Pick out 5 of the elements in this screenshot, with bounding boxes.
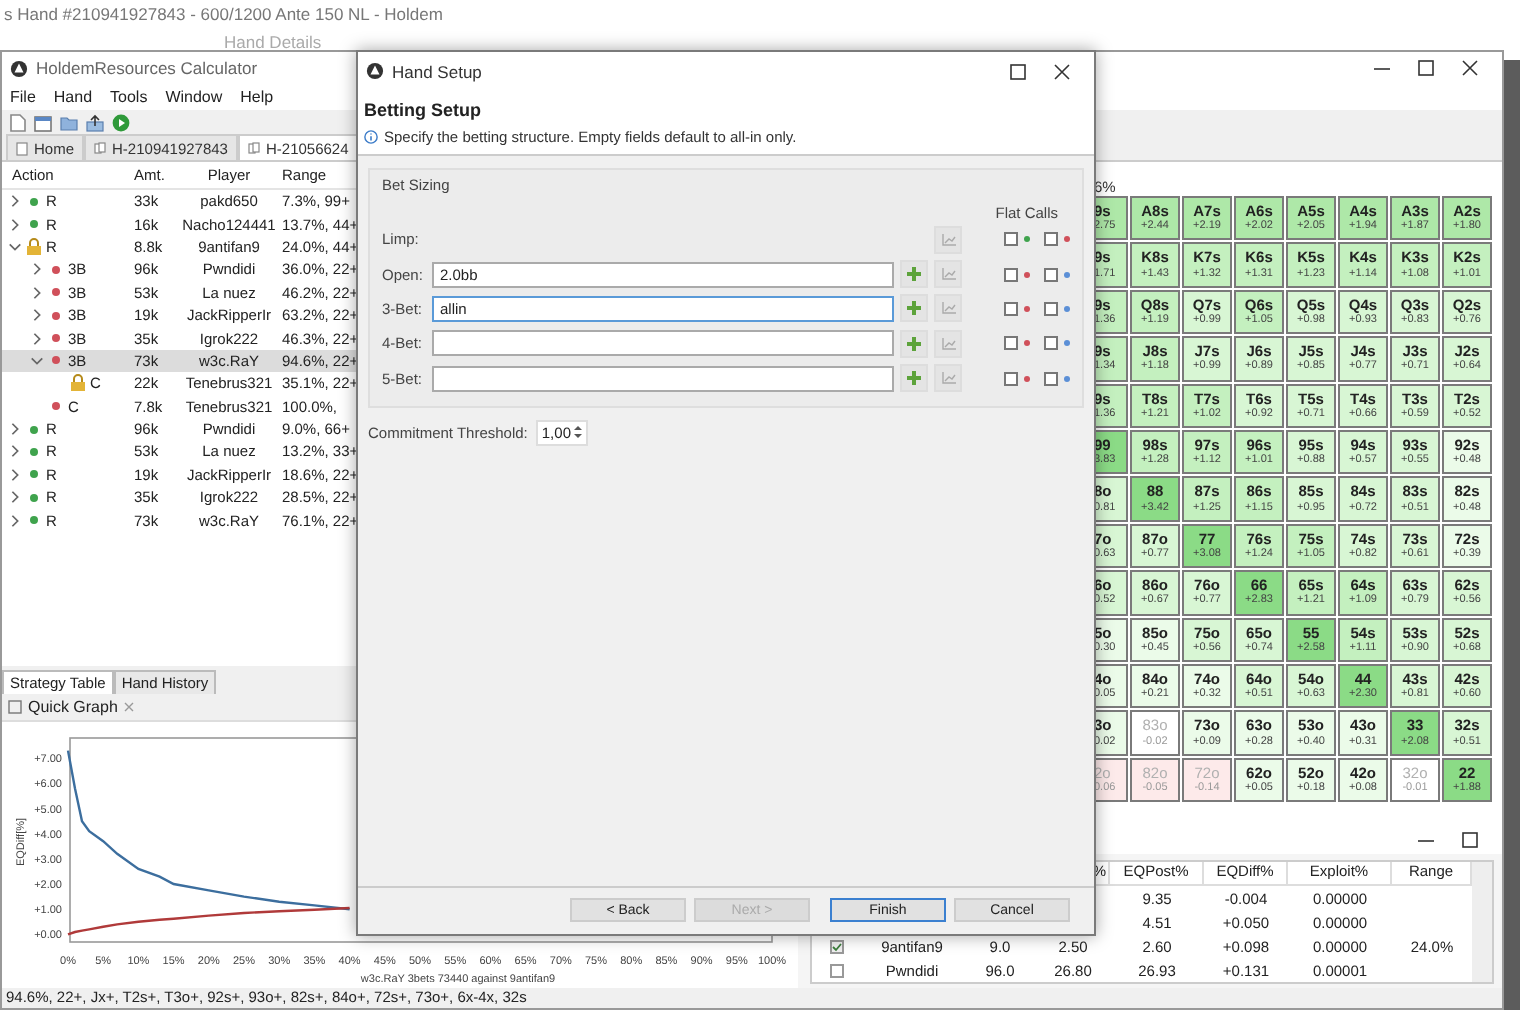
window-title: HoldemResources Calculator (36, 58, 258, 78)
dialog-title: Hand Setup (392, 61, 482, 81)
panel-title: Quick Graph (28, 698, 118, 716)
page-heading: Betting Setup (364, 100, 483, 120)
window-title: s Hand #210941927843 - 600/1200 Ante 150 NL - Holdem (4, 4, 443, 24)
